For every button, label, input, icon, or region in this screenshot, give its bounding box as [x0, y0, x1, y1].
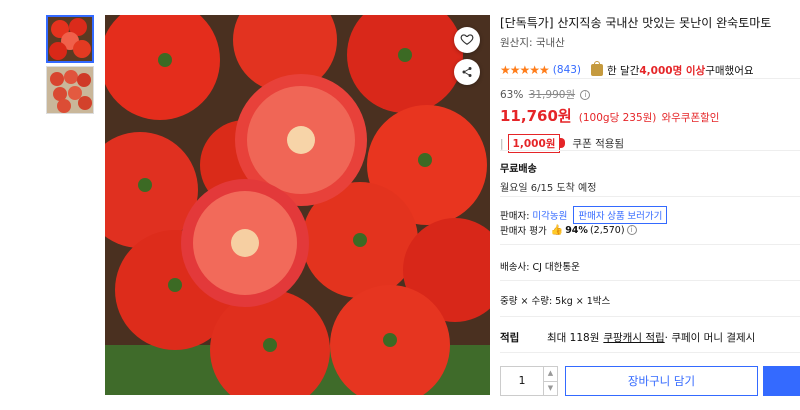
seller-products-button[interactable]: 판매자 상품 보러가기: [573, 206, 668, 224]
chevron-down-icon[interactable]: ▼: [544, 382, 557, 396]
divider: [500, 196, 800, 197]
price-block: 63% 31,990원 i 11,760원 (100g당 235원) 와우쿠폰할…: [500, 87, 800, 153]
earn-suffix: · 쿠페이 머니 결제시: [664, 332, 756, 344]
product-info: [단독특가] 산지직송 국내산 맛있는 못난이 완숙토마토 원산지: 국내산 ★…: [500, 14, 800, 78]
share-button[interactable]: [454, 59, 480, 85]
thumbnail-list: [46, 15, 94, 117]
add-to-cart-button[interactable]: 장바구니 담기: [565, 366, 758, 396]
divider: [500, 78, 800, 79]
star-rating-icon[interactable]: ★★★★★: [500, 63, 550, 77]
divider: [500, 280, 800, 281]
purchase-count: 한 달간 4,000명 이상 구매했어요: [591, 61, 754, 78]
divider: [500, 244, 800, 245]
sale-row: 11,760원 (100g당 235원) 와우쿠폰할인: [500, 105, 800, 126]
chevron-up-icon[interactable]: ▲: [544, 367, 557, 382]
info-icon[interactable]: i: [626, 225, 637, 235]
thumbnail-1[interactable]: [46, 15, 94, 63]
product-origin: 원산지: 국내산: [500, 37, 565, 49]
wishlist-button[interactable]: [454, 27, 480, 53]
share-icon: [461, 63, 473, 82]
cash-earn-link[interactable]: 쿠팡캐시 적립: [603, 330, 664, 345]
carrier-row: 배송사: CJ 대한통운: [500, 262, 580, 273]
seller-name-link[interactable]: 미각농원: [532, 208, 567, 222]
breadcrumb-partial: [40, 0, 44, 6]
seller-eval-count: (2,570): [589, 224, 625, 236]
buy-now-button[interactable]: [763, 366, 800, 396]
earn-row: 적립 최대 118원 쿠팡캐시 적립 · 쿠페이 머니 결제시: [500, 330, 755, 345]
unit-price: (100g당 235원): [578, 112, 657, 124]
thumbs-up-icon: 👍: [550, 224, 564, 236]
seller-eval-row: 판매자 평가 👍 94% (2,570) i: [500, 223, 637, 237]
divider: [500, 150, 800, 151]
quantity-stepper[interactable]: 1 ▲ ▼: [500, 366, 558, 396]
seller-label: 판매자:: [500, 211, 530, 222]
shopping-bag-icon: [591, 61, 604, 76]
seller-row: 판매자: 미각농원 판매자 상품 보러가기: [500, 206, 668, 224]
arrival-date: 월요일 6/15 도착 예정: [500, 183, 597, 194]
bought-count: 4,000명 이상: [639, 64, 706, 77]
thumbnail-2[interactable]: [46, 66, 94, 114]
rating-row: ★★★★★ (843) 한 달간 4,000명 이상 구매했어요: [500, 61, 800, 78]
product-main-image: [105, 15, 490, 395]
bought-suffix: 구매했어요: [705, 64, 754, 77]
divider: [500, 352, 800, 353]
earn-prefix: 최대 118원: [547, 332, 600, 344]
seller-eval-label: 판매자 평가: [500, 226, 547, 237]
quantity-steps: ▲ ▼: [543, 367, 557, 395]
divider: [500, 316, 800, 317]
earn-label: 적립: [500, 332, 520, 344]
coupon-discount-label: 와우쿠폰할인: [661, 112, 720, 124]
discount-rate: 63%: [500, 89, 524, 101]
quantity-value[interactable]: 1: [501, 367, 543, 395]
shipping-block: 무료배송 월요일 6/15 도착 예정: [500, 160, 596, 194]
option-row: 중량 × 수량: 5kg × 1박스: [500, 296, 611, 307]
coupon-bracket: |: [500, 137, 504, 150]
review-count-link[interactable]: (843): [553, 64, 581, 76]
breadcrumb: [40, 0, 320, 6]
bought-prefix: 한 달간: [607, 64, 640, 77]
tomato-illustration: [105, 15, 490, 395]
shipping-title: 무료배송: [500, 164, 537, 175]
seller-eval-pct: 94%: [565, 224, 588, 236]
product-title: [단독특가] 산지직송 국내산 맛있는 못난이 완숙토마토: [500, 16, 772, 30]
coupon-applied-text: 쿠폰 적용됨: [572, 138, 625, 150]
info-icon[interactable]: i: [580, 90, 591, 100]
heart-icon: [460, 31, 474, 50]
sale-price: 11,760원: [500, 107, 572, 125]
original-price: 31,990원: [528, 89, 576, 101]
discount-row: 63% 31,990원 i: [500, 87, 800, 102]
